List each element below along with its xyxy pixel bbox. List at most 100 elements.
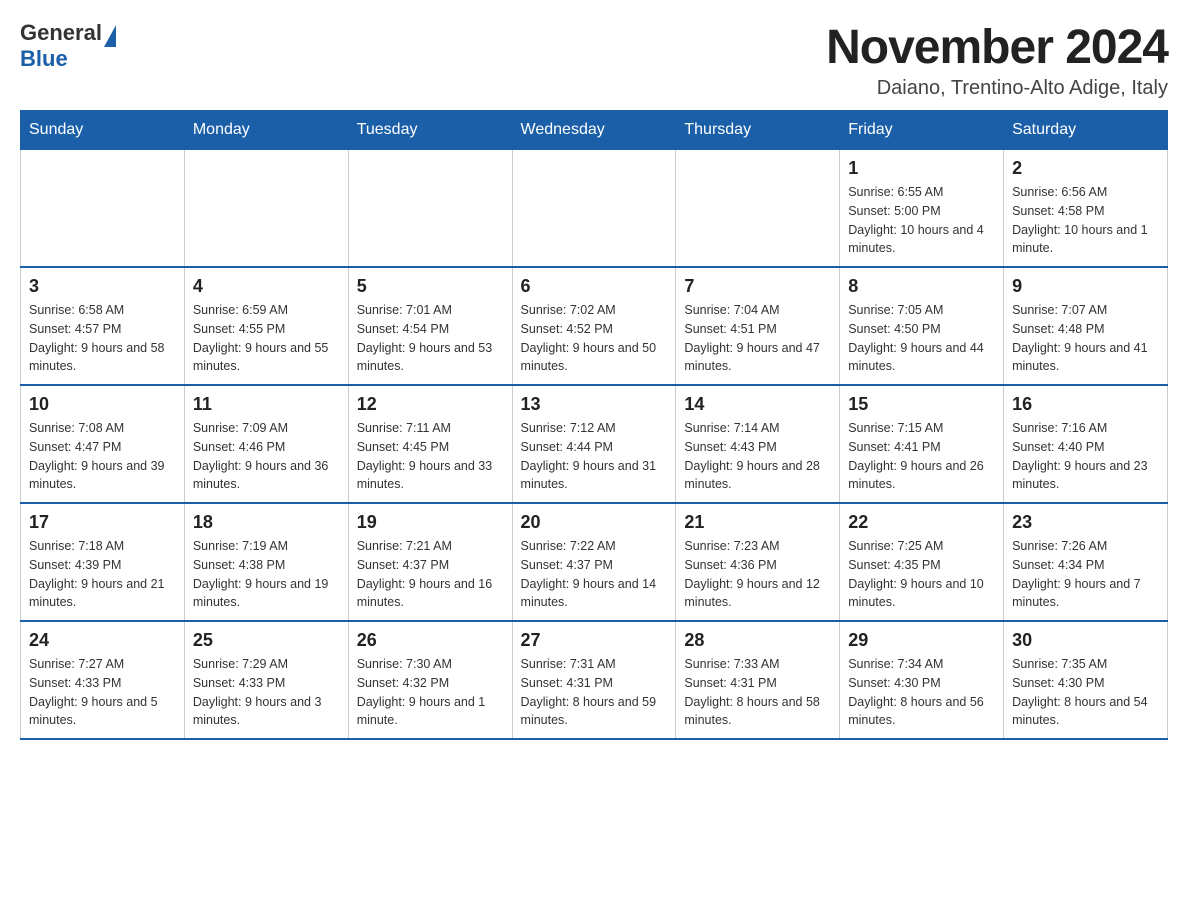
- day-info: Sunrise: 6:55 AM Sunset: 5:00 PM Dayligh…: [848, 183, 995, 258]
- calendar-cell: 13 Sunrise: 7:12 AM Sunset: 4:44 PM Dayli…: [512, 385, 676, 503]
- day-number: 25: [193, 630, 340, 651]
- calendar-week-row: 10 Sunrise: 7:08 AM Sunset: 4:47 PM Dayli…: [21, 385, 1168, 503]
- day-info: Sunrise: 7:22 AM Sunset: 4:37 PM Dayligh…: [521, 537, 668, 612]
- day-info: Sunrise: 7:02 AM Sunset: 4:52 PM Dayligh…: [521, 301, 668, 376]
- calendar-cell: 20Sunrise: 7:22 AM Sunset: 4:37 PM Dayli…: [512, 503, 676, 621]
- calendar-cell: 18 Sunrise: 7:19 AM Sunset: 4:38 PM Dayli…: [184, 503, 348, 621]
- calendar-cell: 16 Sunrise: 7:16 AM Sunset: 4:40 PM Dayli…: [1004, 385, 1168, 503]
- day-number: 18: [193, 512, 340, 533]
- weekday-header-row: SundayMondayTuesdayWednesdayThursdayFrid…: [21, 111, 1168, 150]
- day-info: Sunrise: 7:26 AM Sunset: 4:34 PM Dayligh…: [1012, 537, 1159, 612]
- day-number: 5: [357, 276, 504, 297]
- calendar-cell: 5 Sunrise: 7:01 AM Sunset: 4:54 PM Daylig…: [348, 267, 512, 385]
- day-info: Sunrise: 7:27 AM Sunset: 4:33 PM Dayligh…: [29, 655, 176, 730]
- day-info: Sunrise: 7:35 AM Sunset: 4:30 PM Dayligh…: [1012, 655, 1159, 730]
- logo-general-text: General: [20, 20, 102, 46]
- logo: General Blue: [20, 20, 116, 72]
- day-number: 11: [193, 394, 340, 415]
- day-number: 21: [684, 512, 831, 533]
- day-info: Sunrise: 7:34 AM Sunset: 4:30 PM Dayligh…: [848, 655, 995, 730]
- day-number: 6: [521, 276, 668, 297]
- day-info: Sunrise: 7:19 AM Sunset: 4:38 PM Dayligh…: [193, 537, 340, 612]
- day-info: Sunrise: 7:08 AM Sunset: 4:47 PM Dayligh…: [29, 419, 176, 494]
- calendar-cell: 9 Sunrise: 7:07 AM Sunset: 4:48 PM Daylig…: [1004, 267, 1168, 385]
- calendar-cell: 4 Sunrise: 6:59 AM Sunset: 4:55 PM Daylig…: [184, 267, 348, 385]
- logo-triangle-icon: [104, 25, 116, 47]
- day-info: Sunrise: 7:33 AM Sunset: 4:31 PM Dayligh…: [684, 655, 831, 730]
- calendar-week-row: 3Sunrise: 6:58 AM Sunset: 4:57 PM Daylig…: [21, 267, 1168, 385]
- day-info: Sunrise: 7:04 AM Sunset: 4:51 PM Dayligh…: [684, 301, 831, 376]
- day-number: 10: [29, 394, 176, 415]
- calendar-cell: 7 Sunrise: 7:04 AM Sunset: 4:51 PM Daylig…: [676, 267, 840, 385]
- day-number: 2: [1012, 158, 1159, 179]
- day-info: Sunrise: 6:59 AM Sunset: 4:55 PM Dayligh…: [193, 301, 340, 376]
- calendar-cell: 26Sunrise: 7:30 AM Sunset: 4:32 PM Dayli…: [348, 621, 512, 739]
- day-number: 3: [29, 276, 176, 297]
- day-info: Sunrise: 7:14 AM Sunset: 4:43 PM Dayligh…: [684, 419, 831, 494]
- weekday-header-sunday: Sunday: [21, 111, 185, 150]
- day-info: Sunrise: 7:12 AM Sunset: 4:44 PM Dayligh…: [521, 419, 668, 494]
- day-info: Sunrise: 7:07 AM Sunset: 4:48 PM Dayligh…: [1012, 301, 1159, 376]
- day-number: 4: [193, 276, 340, 297]
- day-number: 8: [848, 276, 995, 297]
- weekday-header-wednesday: Wednesday: [512, 111, 676, 150]
- calendar-cell: 1 Sunrise: 6:55 AM Sunset: 5:00 PM Daylig…: [840, 150, 1004, 268]
- calendar-cell: 11 Sunrise: 7:09 AM Sunset: 4:46 PM Dayli…: [184, 385, 348, 503]
- day-number: 16: [1012, 394, 1159, 415]
- day-number: 30: [1012, 630, 1159, 651]
- day-info: Sunrise: 7:05 AM Sunset: 4:50 PM Dayligh…: [848, 301, 995, 376]
- day-number: 26: [357, 630, 504, 651]
- day-info: Sunrise: 7:11 AM Sunset: 4:45 PM Dayligh…: [357, 419, 504, 494]
- calendar-cell: 22 Sunrise: 7:25 AM Sunset: 4:35 PM Dayli…: [840, 503, 1004, 621]
- day-info: Sunrise: 7:25 AM Sunset: 4:35 PM Dayligh…: [848, 537, 995, 612]
- day-number: 22: [848, 512, 995, 533]
- location-text: Daiano, Trentino-Alto Adige, Italy: [826, 77, 1168, 100]
- logo-blue-text: Blue: [20, 46, 68, 72]
- day-number: 19: [357, 512, 504, 533]
- day-info: Sunrise: 7:16 AM Sunset: 4:40 PM Dayligh…: [1012, 419, 1159, 494]
- calendar-cell: 19 Sunrise: 7:21 AM Sunset: 4:37 PM Dayli…: [348, 503, 512, 621]
- calendar-cell: 14 Sunrise: 7:14 AM Sunset: 4:43 PM Dayli…: [676, 385, 840, 503]
- day-info: Sunrise: 6:56 AM Sunset: 4:58 PM Dayligh…: [1012, 183, 1159, 258]
- page-header: General Blue November 2024 Daiano, Trent…: [20, 20, 1168, 100]
- calendar-week-row: 1 Sunrise: 6:55 AM Sunset: 5:00 PM Daylig…: [21, 150, 1168, 268]
- day-number: 13: [521, 394, 668, 415]
- weekday-header-friday: Friday: [840, 111, 1004, 150]
- day-info: Sunrise: 7:29 AM Sunset: 4:33 PM Dayligh…: [193, 655, 340, 730]
- day-info: Sunrise: 7:18 AM Sunset: 4:39 PM Dayligh…: [29, 537, 176, 612]
- calendar-week-row: 24Sunrise: 7:27 AM Sunset: 4:33 PM Dayli…: [21, 621, 1168, 739]
- calendar-cell: 12 Sunrise: 7:11 AM Sunset: 4:45 PM Dayli…: [348, 385, 512, 503]
- day-info: Sunrise: 7:15 AM Sunset: 4:41 PM Dayligh…: [848, 419, 995, 494]
- calendar-cell: 8 Sunrise: 7:05 AM Sunset: 4:50 PM Daylig…: [840, 267, 1004, 385]
- day-number: 1: [848, 158, 995, 179]
- weekday-header-thursday: Thursday: [676, 111, 840, 150]
- title-block: November 2024 Daiano, Trentino-Alto Adig…: [826, 20, 1168, 100]
- day-number: 7: [684, 276, 831, 297]
- calendar-cell: 28Sunrise: 7:33 AM Sunset: 4:31 PM Dayli…: [676, 621, 840, 739]
- day-info: Sunrise: 7:31 AM Sunset: 4:31 PM Dayligh…: [521, 655, 668, 730]
- calendar-cell: 30 Sunrise: 7:35 AM Sunset: 4:30 PM Dayli…: [1004, 621, 1168, 739]
- calendar-cell: 10 Sunrise: 7:08 AM Sunset: 4:47 PM Dayli…: [21, 385, 185, 503]
- day-info: Sunrise: 7:01 AM Sunset: 4:54 PM Dayligh…: [357, 301, 504, 376]
- month-title: November 2024: [826, 20, 1168, 75]
- calendar-cell: 25 Sunrise: 7:29 AM Sunset: 4:33 PM Dayli…: [184, 621, 348, 739]
- day-info: Sunrise: 7:21 AM Sunset: 4:37 PM Dayligh…: [357, 537, 504, 612]
- day-info: Sunrise: 7:23 AM Sunset: 4:36 PM Dayligh…: [684, 537, 831, 612]
- day-number: 17: [29, 512, 176, 533]
- calendar-cell: 2 Sunrise: 6:56 AM Sunset: 4:58 PM Daylig…: [1004, 150, 1168, 268]
- day-number: 9: [1012, 276, 1159, 297]
- calendar-table: SundayMondayTuesdayWednesdayThursdayFrid…: [20, 110, 1168, 740]
- calendar-cell: [676, 150, 840, 268]
- weekday-header-monday: Monday: [184, 111, 348, 150]
- day-number: 29: [848, 630, 995, 651]
- calendar-cell: 6 Sunrise: 7:02 AM Sunset: 4:52 PM Daylig…: [512, 267, 676, 385]
- day-number: 14: [684, 394, 831, 415]
- day-number: 12: [357, 394, 504, 415]
- calendar-cell: 29 Sunrise: 7:34 AM Sunset: 4:30 PM Dayli…: [840, 621, 1004, 739]
- calendar-cell: [21, 150, 185, 268]
- calendar-cell: 21 Sunrise: 7:23 AM Sunset: 4:36 PM Dayli…: [676, 503, 840, 621]
- calendar-cell: 17 Sunrise: 7:18 AM Sunset: 4:39 PM Dayli…: [21, 503, 185, 621]
- weekday-header-tuesday: Tuesday: [348, 111, 512, 150]
- day-number: 27: [521, 630, 668, 651]
- day-info: Sunrise: 7:09 AM Sunset: 4:46 PM Dayligh…: [193, 419, 340, 494]
